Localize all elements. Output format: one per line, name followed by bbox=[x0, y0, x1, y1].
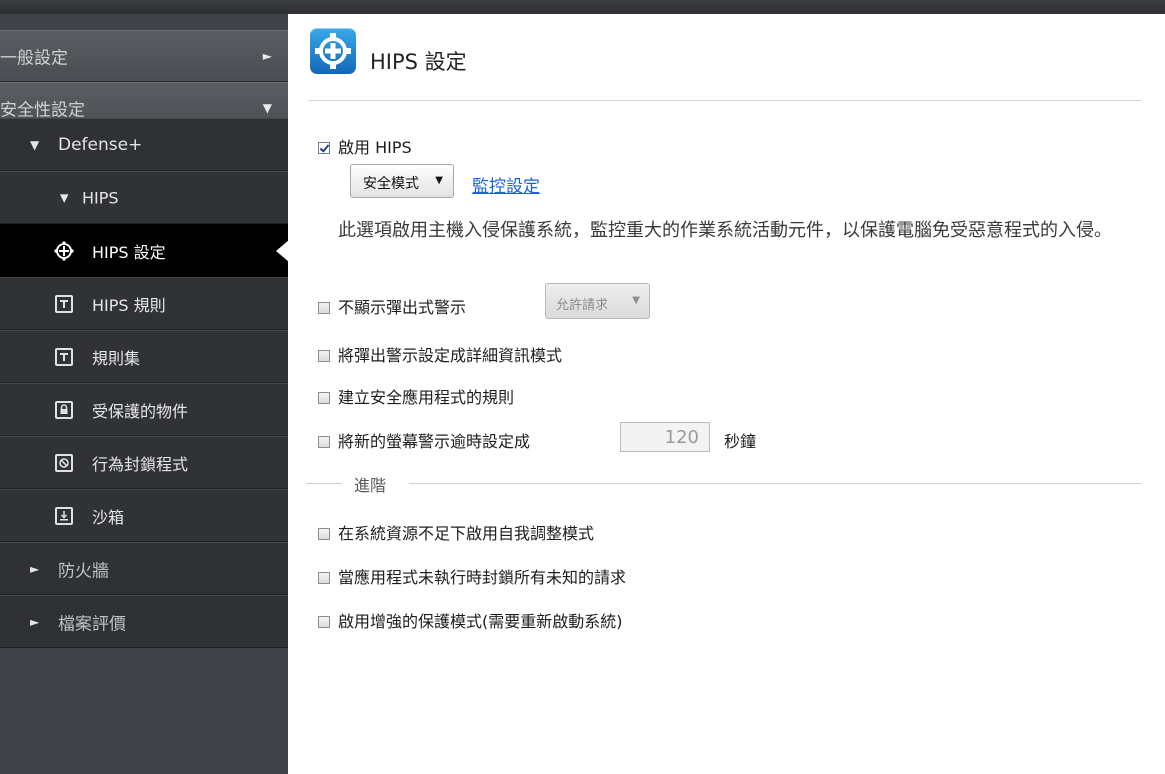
ruleset-icon bbox=[55, 347, 73, 366]
enhanced-mode-label: 啟用增強的保護模式(需要重新啟動系統) bbox=[338, 612, 623, 631]
chevron-down-icon: ▼ bbox=[435, 175, 443, 186]
verbose-alert-option[interactable]: 將彈出警示設定成詳細資訊模式 bbox=[318, 342, 562, 366]
sidebar-item-protected-objects[interactable]: 受保護的物件 bbox=[0, 383, 288, 436]
sidebar-group-defense[interactable]: ▼ Defense+ bbox=[0, 118, 288, 171]
alert-timeout-checkbox[interactable] bbox=[318, 436, 330, 448]
hips-mode-value: 安全模式 bbox=[363, 176, 419, 192]
verbose-alert-checkbox[interactable] bbox=[318, 350, 330, 362]
main-panel: HIPS 設定 啟用 HIPS 安全模式 ▼ 監控設定 此選項啟用主機入侵保護系… bbox=[288, 14, 1165, 774]
sidebar-group-hips[interactable]: ▼ HIPS bbox=[0, 171, 288, 224]
hips-settings-header-icon bbox=[310, 28, 356, 74]
no-popup-label: 不顯示彈出式警示 bbox=[338, 298, 467, 317]
sidebar-item-label: HIPS 設定 bbox=[92, 242, 166, 262]
page-title: HIPS 設定 bbox=[370, 50, 467, 74]
sidebar-item-label: 沙箱 bbox=[92, 507, 125, 527]
advanced-section-label: 進階 bbox=[354, 476, 387, 495]
alert-timeout-input[interactable]: 120 bbox=[620, 422, 710, 452]
block-unknown-option[interactable]: 當應用程式未執行時封鎖所有未知的請求 bbox=[318, 564, 626, 588]
no-popup-checkbox[interactable] bbox=[318, 302, 330, 314]
enable-hips-option[interactable]: 啟用 HIPS bbox=[318, 134, 412, 158]
hips-mode-select[interactable]: 安全模式 ▼ bbox=[350, 164, 454, 198]
chevron-down-icon: ▼ bbox=[30, 137, 40, 152]
block-unknown-label: 當應用程式未執行時封鎖所有未知的請求 bbox=[338, 568, 627, 587]
enable-hips-checkbox[interactable] bbox=[318, 142, 330, 154]
safe-rules-label: 建立安全應用程式的規則 bbox=[338, 388, 515, 407]
alert-timeout-label: 將新的螢幕警示逾時設定成 bbox=[338, 432, 531, 451]
sidebar-group-label: 檔案評價 bbox=[58, 614, 126, 634]
sidebar-item-hips-rules[interactable]: HIPS 規則 bbox=[0, 277, 288, 330]
alert-timeout-option[interactable]: 將新的螢幕警示逾時設定成 bbox=[318, 428, 530, 452]
safe-rules-checkbox[interactable] bbox=[318, 392, 330, 404]
alert-timeout-unit: 秒鐘 bbox=[724, 432, 757, 451]
sidebar-item-label: HIPS 規則 bbox=[92, 295, 166, 315]
lock-icon bbox=[55, 400, 73, 419]
sidebar-group-label: 防火牆 bbox=[58, 561, 109, 581]
sidebar-item-label: 受保護的物件 bbox=[92, 401, 189, 421]
chevron-down-icon: ▼ bbox=[632, 295, 640, 306]
advanced-divider-left bbox=[306, 483, 342, 484]
header-divider bbox=[308, 100, 1141, 101]
chevron-right-icon: ► bbox=[30, 614, 40, 629]
sidebar-item-label: 行為封鎖程式 bbox=[92, 454, 189, 474]
sidebar-group-label: Defense+ bbox=[58, 134, 143, 155]
block-icon bbox=[55, 453, 73, 472]
enhanced-mode-checkbox[interactable] bbox=[318, 616, 330, 628]
sidebar-item-sandbox[interactable]: 沙箱 bbox=[0, 489, 288, 542]
sidebar-item-hips-settings[interactable]: HIPS 設定 bbox=[0, 224, 289, 277]
window-top-strip bbox=[0, 0, 1165, 14]
block-unknown-checkbox[interactable] bbox=[318, 572, 330, 584]
popup-default-action-value: 允許請求 bbox=[556, 298, 609, 313]
sandbox-icon bbox=[55, 506, 73, 525]
chevron-right-icon: ► bbox=[262, 49, 272, 63]
hips-rules-icon bbox=[55, 294, 73, 313]
enhanced-mode-option[interactable]: 啟用增強的保護模式(需要重新啟動系統) bbox=[318, 608, 623, 632]
sidebar-item-ruleset[interactable]: 規則集 bbox=[0, 330, 288, 383]
no-popup-option[interactable]: 不顯示彈出式警示 bbox=[318, 294, 466, 318]
sidebar: 一般設定 ► 安全性設定 ▼ ▼ Defense+ ▼ HIPS HIPS 設定 bbox=[0, 14, 289, 774]
adaptive-mode-option[interactable]: 在系統資源不足下啟用自我調整模式 bbox=[318, 520, 594, 544]
sidebar-group-firewall[interactable]: ► 防火牆 bbox=[0, 542, 288, 595]
sidebar-item-behavior-blocker[interactable]: 行為封鎖程式 bbox=[0, 436, 288, 489]
chevron-down-icon: ▼ bbox=[262, 101, 272, 115]
sidebar-group-label: HIPS bbox=[82, 188, 119, 207]
chevron-right-icon: ► bbox=[30, 561, 40, 576]
chevron-down-icon: ▼ bbox=[60, 191, 69, 204]
adaptive-mode-checkbox[interactable] bbox=[318, 528, 330, 540]
enable-hips-label: 啟用 HIPS bbox=[338, 138, 412, 157]
popup-default-action-select[interactable]: 允許請求 ▼ bbox=[545, 283, 650, 319]
hips-settings-icon bbox=[54, 241, 74, 261]
monitor-settings-link[interactable]: 監控設定 bbox=[472, 172, 540, 197]
advanced-divider-right bbox=[409, 483, 1141, 484]
sidebar-category-label: 安全性設定 bbox=[0, 100, 85, 121]
safe-rules-option[interactable]: 建立安全應用程式的規則 bbox=[318, 384, 514, 408]
sidebar-category-label: 一般設定 bbox=[0, 48, 68, 69]
sidebar-item-label: 規則集 bbox=[92, 348, 141, 368]
adaptive-mode-label: 在系統資源不足下啟用自我調整模式 bbox=[338, 524, 595, 543]
sidebar-group-file-rating[interactable]: ► 檔案評價 bbox=[0, 595, 288, 648]
verbose-alert-label: 將彈出警示設定成詳細資訊模式 bbox=[338, 346, 563, 365]
hips-description: 此選項啟用主機入侵保護系統，監控重大的作業系統活動元件，以保護電腦免受惡意程式的… bbox=[338, 220, 1112, 241]
sidebar-category-general[interactable]: 一般設定 ► bbox=[0, 30, 288, 82]
